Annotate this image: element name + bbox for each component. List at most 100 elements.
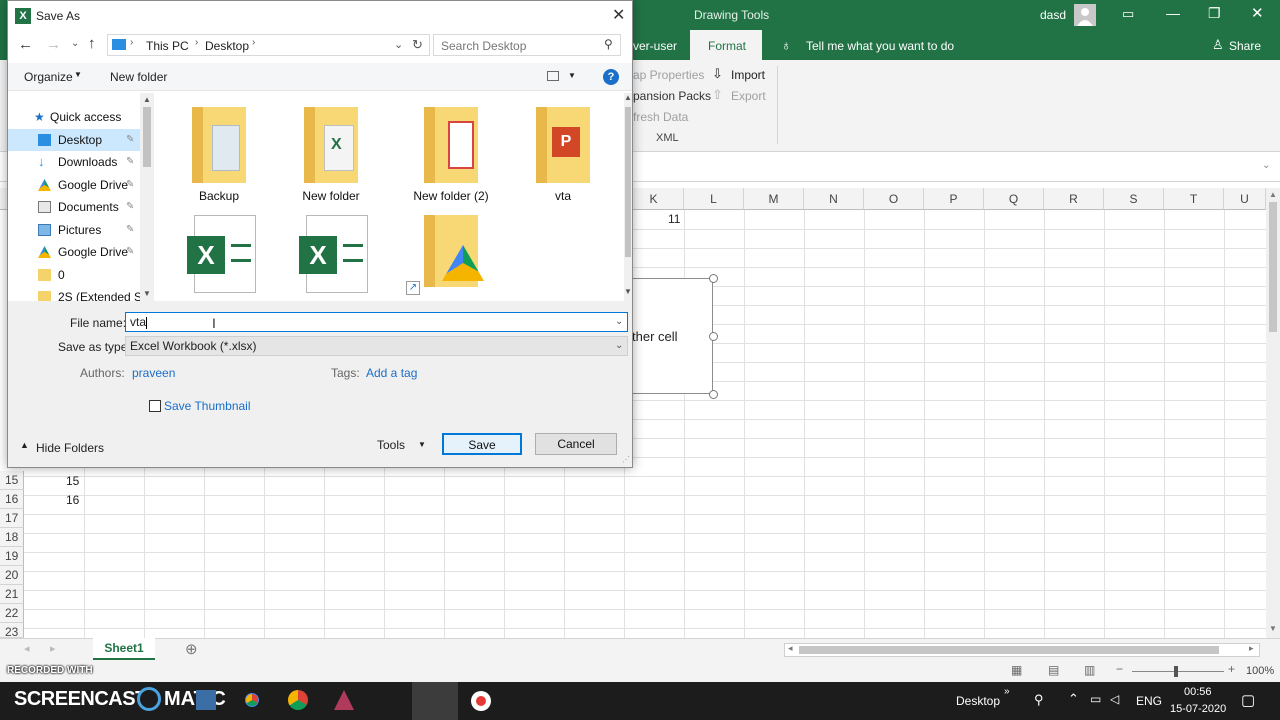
- column-header-k[interactable]: K: [624, 188, 684, 210]
- row-header[interactable]: 23: [0, 623, 24, 639]
- nav-documents[interactable]: Documents ✎: [8, 196, 146, 218]
- resize-handle[interactable]: [709, 332, 718, 341]
- up-arrow-icon[interactable]: ↑: [88, 35, 96, 52]
- language-indicator[interactable]: ENG: [1136, 694, 1162, 708]
- horizontal-scrollbar[interactable]: ◂ ▸: [784, 643, 1260, 657]
- nav-downloads[interactable]: ↓ Downloads ✎: [8, 151, 146, 173]
- nav-folder-extended[interactable]: 2S (Extended Sid: [8, 286, 151, 301]
- tab-format[interactable]: Format: [708, 39, 746, 53]
- search-box[interactable]: Search Desktop ⚲: [433, 34, 621, 56]
- toolbar-chevron-icon[interactable]: »: [1004, 686, 1010, 697]
- people-icon[interactable]: ⚲: [1034, 692, 1044, 708]
- scroll-down-icon[interactable]: ▼: [1269, 624, 1277, 633]
- map-properties-button[interactable]: ap Properties: [633, 68, 704, 82]
- back-arrow-icon[interactable]: ←: [18, 36, 33, 53]
- tell-me-search[interactable]: Tell me what you want to do: [806, 39, 954, 53]
- nav-pictures[interactable]: Pictures ✎: [8, 219, 146, 241]
- avatar[interactable]: [1074, 4, 1096, 26]
- export-button[interactable]: Export: [731, 89, 766, 103]
- scroll-left-icon[interactable]: ◂: [788, 643, 793, 654]
- chrome-icon[interactable]: [242, 690, 262, 710]
- zoom-slider-thumb[interactable]: [1174, 666, 1178, 677]
- nav-google-drive[interactable]: Google Drive ✎: [8, 174, 146, 196]
- expansion-packs-button[interactable]: pansion Packs: [633, 89, 711, 103]
- minimize-icon[interactable]: —: [1166, 5, 1180, 21]
- clock-time[interactable]: 00:56: [1184, 686, 1212, 698]
- zoom-level[interactable]: 100%: [1246, 665, 1274, 677]
- scroll-right-icon[interactable]: ▸: [1249, 643, 1254, 654]
- column-header-o[interactable]: O: [864, 188, 924, 210]
- column-header-t[interactable]: T: [1164, 188, 1224, 210]
- nav-scrollbar[interactable]: ▲ ▼: [140, 93, 154, 301]
- resize-handle[interactable]: [709, 390, 718, 399]
- page-break-icon[interactable]: ▥: [1084, 663, 1095, 677]
- row-header[interactable]: 15: [0, 471, 24, 490]
- organize-button[interactable]: Organize: [24, 70, 73, 84]
- nav-folder-0[interactable]: 0: [8, 264, 146, 286]
- nav-desktop[interactable]: Desktop ✎: [8, 129, 146, 151]
- save-thumbnail-label[interactable]: Save Thumbnail: [164, 399, 251, 413]
- column-header-q[interactable]: Q: [984, 188, 1044, 210]
- cancel-button[interactable]: Cancel: [535, 433, 617, 455]
- zoom-slider-track[interactable]: [1132, 671, 1224, 672]
- column-header-l[interactable]: L: [684, 188, 744, 210]
- prev-sheet-icon[interactable]: ◂: [24, 642, 30, 655]
- show-hidden-icons[interactable]: ⌃: [1068, 691, 1079, 707]
- scroll-up-icon[interactable]: ▲: [1269, 190, 1277, 199]
- page-layout-icon[interactable]: ▤: [1048, 663, 1059, 677]
- notifications-icon[interactable]: ▢: [1241, 691, 1255, 709]
- file-google-drive-shortcut[interactable]: ↗: [396, 215, 506, 295]
- row-header[interactable]: 17: [0, 509, 24, 528]
- taskbar-active-app[interactable]: [412, 682, 458, 720]
- row-header[interactable]: 21: [0, 585, 24, 604]
- save-type-dropdown-icon[interactable]: ⌄: [615, 337, 623, 355]
- resize-grip-icon[interactable]: ⋰: [622, 455, 630, 464]
- view-options-icon[interactable]: [547, 71, 559, 81]
- file-name-dropdown-icon[interactable]: ⌄: [615, 313, 623, 331]
- add-sheet-icon[interactable]: ⊕: [185, 640, 198, 658]
- cell-value[interactable]: 15: [66, 474, 79, 488]
- tab-developer[interactable]: ver-user: [633, 39, 677, 53]
- file-name-input[interactable]: vta ⌄: [125, 312, 628, 332]
- file-excel-1[interactable]: X: [164, 215, 274, 295]
- recent-locations-icon[interactable]: ⌄: [71, 38, 79, 49]
- tools-dropdown-icon[interactable]: ▼: [418, 440, 426, 449]
- save-type-select[interactable]: Excel Workbook (*.xlsx) ⌄: [125, 336, 628, 356]
- column-header-p[interactable]: P: [924, 188, 984, 210]
- tags-input[interactable]: Add a tag: [366, 366, 417, 380]
- sheet-tab-sheet1[interactable]: Sheet1: [93, 638, 155, 660]
- view-dropdown-icon[interactable]: ▼: [568, 71, 576, 80]
- row-header[interactable]: 19: [0, 547, 24, 566]
- resize-handle[interactable]: [709, 274, 718, 283]
- address-bar[interactable]: › This PC › Desktop › ⌄ ↻: [107, 34, 430, 56]
- row-header[interactable]: 20: [0, 566, 24, 585]
- taskbar-desktop-toolbar[interactable]: Desktop: [956, 694, 1000, 708]
- organize-dropdown-icon[interactable]: ▼: [74, 70, 82, 79]
- scroll-thumb[interactable]: [799, 646, 1219, 654]
- breadcrumb-this-pc[interactable]: This PC: [146, 39, 189, 53]
- file-explorer-icon[interactable]: [196, 690, 216, 710]
- battery-icon[interactable]: ▭: [1090, 692, 1101, 706]
- search-input[interactable]: Search Desktop: [441, 39, 526, 53]
- normal-view-icon[interactable]: ▦: [1011, 663, 1022, 677]
- scroll-up-icon[interactable]: ▲: [624, 93, 632, 102]
- column-header-m[interactable]: M: [744, 188, 804, 210]
- row-header[interactable]: 22: [0, 604, 24, 623]
- zoom-in-icon[interactable]: +: [1228, 662, 1235, 676]
- address-dropdown-icon[interactable]: ⌄: [394, 38, 403, 51]
- breadcrumb-desktop[interactable]: Desktop: [205, 39, 249, 53]
- search-icon[interactable]: ⚲: [604, 37, 613, 51]
- help-icon[interactable]: ?: [603, 69, 619, 85]
- scroll-down-icon[interactable]: ▼: [143, 289, 151, 298]
- clock-date[interactable]: 15-07-2020: [1170, 703, 1226, 715]
- nav-google-drive-2[interactable]: Google Drive ✎: [8, 241, 146, 263]
- authors-value[interactable]: praveen: [132, 366, 175, 380]
- vertical-scrollbar[interactable]: ▲ ▼: [1266, 188, 1280, 638]
- share-button[interactable]: Share: [1229, 39, 1261, 53]
- restore-icon[interactable]: ❐: [1208, 5, 1221, 22]
- files-scrollbar[interactable]: ▲ ▼: [624, 93, 632, 301]
- hide-folders-button[interactable]: Hide Folders: [36, 441, 104, 455]
- record-icon[interactable]: [471, 691, 491, 711]
- row-header[interactable]: 16: [0, 490, 24, 509]
- forward-arrow-icon[interactable]: →: [46, 36, 61, 53]
